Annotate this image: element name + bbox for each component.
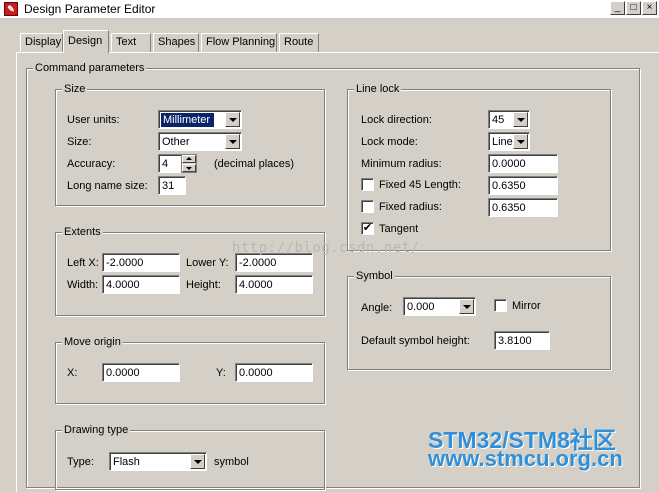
command-parameters-title: Command parameters xyxy=(33,61,147,75)
user-units-label: User units: xyxy=(67,114,120,126)
tangent-label: Tangent xyxy=(379,223,419,235)
move-origin-title: Move origin xyxy=(62,335,123,349)
accuracy-suffix: (decimal places) xyxy=(214,158,295,170)
accuracy-input[interactable]: 4 xyxy=(158,154,182,173)
lock-direction-value: 45 xyxy=(492,114,505,126)
tab-shapes[interactable]: Shapes xyxy=(153,33,199,52)
lock-mode-label: Lock mode: xyxy=(361,136,418,148)
origin-x-label: X: xyxy=(67,367,78,379)
extents-title: Extents xyxy=(62,225,103,239)
spin-down-icon[interactable] xyxy=(182,164,196,172)
tab-design[interactable]: Design xyxy=(63,30,109,53)
minimum-radius-input[interactable]: 0.0000 xyxy=(488,154,558,173)
long-name-size-input[interactable]: 31 xyxy=(158,176,186,195)
brand-line-2: www.stmcu.org.cn xyxy=(428,446,623,471)
tab-text[interactable]: Text xyxy=(111,33,151,52)
lock-direction-label: Lock direction: xyxy=(361,114,432,126)
maximize-button[interactable]: □ xyxy=(626,1,641,15)
mirror-checkbox[interactable] xyxy=(494,299,507,312)
minimize-button[interactable]: _ xyxy=(610,1,625,15)
height-label: Height: xyxy=(186,279,221,291)
fixed-radius-label: Fixed radius: xyxy=(379,201,442,213)
default-symbol-height-label: Default symbol height: xyxy=(361,335,470,347)
chevron-down-icon[interactable] xyxy=(225,134,240,149)
long-name-size-label: Long name size: xyxy=(67,180,148,192)
width-label: Width: xyxy=(67,279,99,291)
left-x-input[interactable]: -2.0000 xyxy=(102,253,180,272)
fixed-45-length-input[interactable]: 0.6350 xyxy=(488,176,558,195)
tangent-checkbox[interactable]: ✔ xyxy=(361,222,374,235)
lock-mode-select[interactable]: Line xyxy=(488,132,530,151)
user-units-value: Millimeter xyxy=(161,113,215,127)
spin-up-icon[interactable] xyxy=(182,155,196,163)
origin-y-label: Y: xyxy=(216,367,226,379)
tab-flow-planning[interactable]: Flow Planning xyxy=(201,33,277,52)
size-label: Size: xyxy=(67,136,92,148)
drawing-type-title: Drawing type xyxy=(62,423,131,437)
drawing-type-suffix: symbol xyxy=(214,456,249,468)
angle-select[interactable]: 0.000 xyxy=(403,297,476,316)
lock-mode-value: Line xyxy=(492,136,513,148)
fixed-45-length-label: Fixed 45 Length: xyxy=(379,179,461,191)
chevron-down-icon[interactable] xyxy=(225,112,240,127)
size-value: Other xyxy=(162,136,190,148)
user-units-select[interactable]: Millimeter xyxy=(158,110,242,129)
angle-label: Angle: xyxy=(361,302,393,314)
size-select[interactable]: Other xyxy=(158,132,242,151)
origin-y-input[interactable]: 0.0000 xyxy=(235,363,313,382)
width-input[interactable]: 4.0000 xyxy=(102,275,180,294)
app-icon: ✎ xyxy=(4,2,18,16)
fixed-radius-input[interactable]: 0.6350 xyxy=(488,198,558,217)
close-button[interactable]: × xyxy=(642,1,657,15)
symbol-title: Symbol xyxy=(354,269,395,283)
checkmark-icon: ✔ xyxy=(362,222,373,234)
size-title: Size xyxy=(62,82,88,96)
chevron-down-icon[interactable] xyxy=(513,112,528,127)
tab-display[interactable]: Display xyxy=(20,33,63,52)
drawing-type-value: Flash xyxy=(113,456,140,468)
drawing-type-select[interactable]: Flash xyxy=(109,452,207,471)
chevron-down-icon[interactable] xyxy=(459,299,474,314)
accuracy-label: Accuracy: xyxy=(67,158,116,170)
accuracy-stepper[interactable] xyxy=(181,154,197,173)
window-title: Design Parameter Editor xyxy=(24,2,156,16)
fixed-radius-checkbox[interactable] xyxy=(361,200,374,213)
title-bar: ✎ Design Parameter Editor _ □ × xyxy=(0,0,659,19)
lock-direction-select[interactable]: 45 xyxy=(488,110,530,129)
symbol-group: Symbol xyxy=(347,269,611,370)
origin-x-input[interactable]: 0.0000 xyxy=(102,363,180,382)
line-lock-title: Line lock xyxy=(354,82,402,96)
lower-y-label: Lower Y: xyxy=(186,257,229,269)
watermark-text: http://blog.csdn.net/ xyxy=(232,240,420,256)
tab-route[interactable]: Route xyxy=(279,33,319,52)
chevron-down-icon[interactable] xyxy=(190,454,205,469)
minimum-radius-label: Minimum radius: xyxy=(361,158,442,170)
chevron-down-icon[interactable] xyxy=(513,134,528,149)
height-input[interactable]: 4.0000 xyxy=(235,275,313,294)
drawing-type-label: Type: xyxy=(67,456,94,468)
default-symbol-height-input[interactable]: 3.8100 xyxy=(494,331,550,350)
fixed-45-length-checkbox[interactable] xyxy=(361,178,374,191)
angle-value: 0.000 xyxy=(407,301,435,313)
left-x-label: Left X: xyxy=(67,257,99,269)
mirror-label: Mirror xyxy=(512,300,541,312)
